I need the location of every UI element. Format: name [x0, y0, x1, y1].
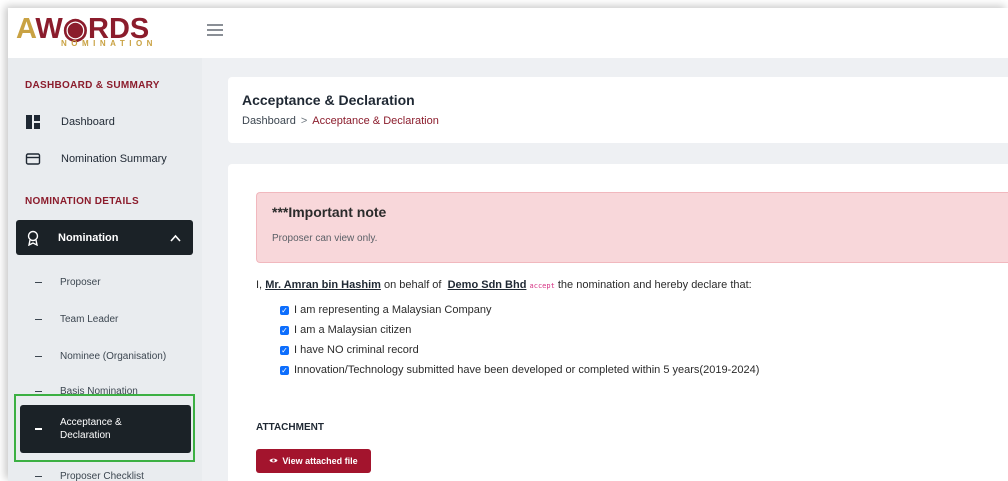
check-label: I have NO criminal record: [294, 344, 419, 356]
breadcrumb-dashboard[interactable]: Dashboard: [242, 115, 296, 127]
important-note-alert: ***Important note Proposer can view only…: [256, 192, 1008, 263]
logo-letter-a: A: [16, 13, 36, 45]
sidebar-subitem-label: Team Leader: [60, 314, 119, 325]
declaration-check-citizen[interactable]: ✓ I am a Malaysian citizen: [280, 324, 411, 336]
sidebar-subitem-label: Acceptance & Declaration: [60, 416, 122, 442]
breadcrumb-separator-icon: >: [300, 115, 308, 127]
logo[interactable]: AW◉RDS NOMINATION: [8, 8, 202, 58]
company-name: Demo Sdn Bhd: [447, 279, 527, 291]
view-attached-file-button[interactable]: View attached file: [256, 449, 371, 473]
sidebar-subitem-basis-nomination[interactable]: Basis Nomination: [35, 386, 200, 397]
dash-icon: [35, 475, 42, 478]
sidebar-subitem-label: Proposer Checklist: [60, 471, 144, 481]
sidebar-subitem-nominee[interactable]: Nominee (Organisation): [35, 351, 200, 362]
dashboard-icon: [25, 114, 41, 130]
sidebar-item-label: Nomination Summary: [61, 153, 167, 165]
checkbox-checked-icon[interactable]: ✓: [280, 345, 289, 355]
declaration-suffix: the nomination and hereby declare that:: [557, 279, 752, 291]
dash-icon: [35, 281, 42, 284]
dash-icon: [35, 390, 42, 393]
sidebar-subitem-proposer[interactable]: Proposer: [35, 277, 200, 288]
checkbox-checked-icon[interactable]: ✓: [280, 365, 289, 375]
dash-icon: [35, 318, 42, 321]
main-content: Acceptance & Declaration Dashboard > Acc…: [202, 58, 1008, 481]
declarant-name: Mr. Amran bin Hashim: [265, 279, 381, 291]
sidebar-subitem-label: Nominee (Organisation): [60, 351, 167, 362]
check-label: I am a Malaysian citizen: [294, 324, 412, 336]
alert-title: ***Important note: [272, 204, 387, 220]
button-label: View attached file: [282, 456, 358, 466]
checkbox-checked-icon[interactable]: ✓: [280, 305, 289, 315]
check-label: Innovation/Technology submitted have bee…: [294, 364, 760, 376]
menu-toggle-icon[interactable]: [207, 24, 223, 38]
declaration-prefix: I,: [256, 279, 263, 291]
eye-icon: [269, 456, 278, 466]
logo-subtitle: NOMINATION: [61, 39, 157, 48]
sidebar: DASHBOARD & SUMMARY Dashboard Nomination…: [8, 58, 202, 481]
sidebar-item-label: Nomination: [58, 231, 119, 244]
page-header-card: Acceptance & Declaration Dashboard > Acc…: [228, 77, 1008, 143]
declaration-check-criminal-record[interactable]: ✓ I have NO criminal record: [280, 344, 419, 356]
top-header: AW◉RDS NOMINATION: [8, 8, 1008, 58]
dash-icon: [35, 428, 42, 430]
dash-icon: [35, 355, 42, 358]
sidebar-item-nomination[interactable]: Nomination: [16, 220, 193, 255]
accept-tag: accept: [529, 282, 555, 290]
check-label: I am representing a Malaysian Company: [294, 304, 492, 316]
declaration-statement: I, Mr. Amran bin Hashim on behalf of Dem…: [256, 279, 752, 291]
sidebar-item-nomination-summary[interactable]: Nomination Summary: [25, 148, 195, 170]
alert-text: Proposer can view only.: [272, 233, 378, 244]
sidebar-subitem-acceptance-declaration[interactable]: Acceptance & Declaration: [20, 405, 191, 453]
chevron-up-icon: [170, 231, 181, 245]
sidebar-subitem-label: Proposer: [60, 277, 101, 288]
section-title-dashboard: DASHBOARD & SUMMARY: [25, 80, 160, 91]
award-icon: [26, 230, 40, 246]
declaration-behalf: on behalf of: [383, 279, 442, 291]
attachment-title: ATTACHMENT: [256, 422, 324, 433]
app-window: AW◉RDS NOMINATION DASHBOARD & SUMMARY Da…: [8, 8, 1008, 481]
sidebar-subitem-proposer-checklist[interactable]: Proposer Checklist: [35, 471, 200, 481]
declaration-check-innovation[interactable]: ✓ Innovation/Technology submitted have b…: [280, 364, 759, 376]
sidebar-subitem-label: Basis Nomination: [60, 386, 138, 397]
section-title-nomination: NOMINATION DETAILS: [25, 196, 139, 207]
breadcrumb-current: Acceptance & Declaration: [312, 115, 439, 127]
sidebar-item-dashboard[interactable]: Dashboard: [25, 111, 195, 133]
sidebar-subitem-team-leader[interactable]: Team Leader: [35, 314, 200, 325]
checkbox-checked-icon[interactable]: ✓: [280, 325, 289, 335]
card-icon: [25, 151, 41, 167]
sidebar-item-label: Dashboard: [61, 116, 115, 128]
breadcrumb: Dashboard > Acceptance & Declaration: [242, 115, 439, 127]
content-card: ***Important note Proposer can view only…: [228, 164, 1008, 481]
label-line-1: Acceptance &: [60, 417, 122, 428]
declaration-check-malaysian-company[interactable]: ✓ I am representing a Malaysian Company: [280, 304, 491, 316]
label-line-2: Declaration: [60, 430, 111, 441]
page-title: Acceptance & Declaration: [242, 92, 415, 108]
